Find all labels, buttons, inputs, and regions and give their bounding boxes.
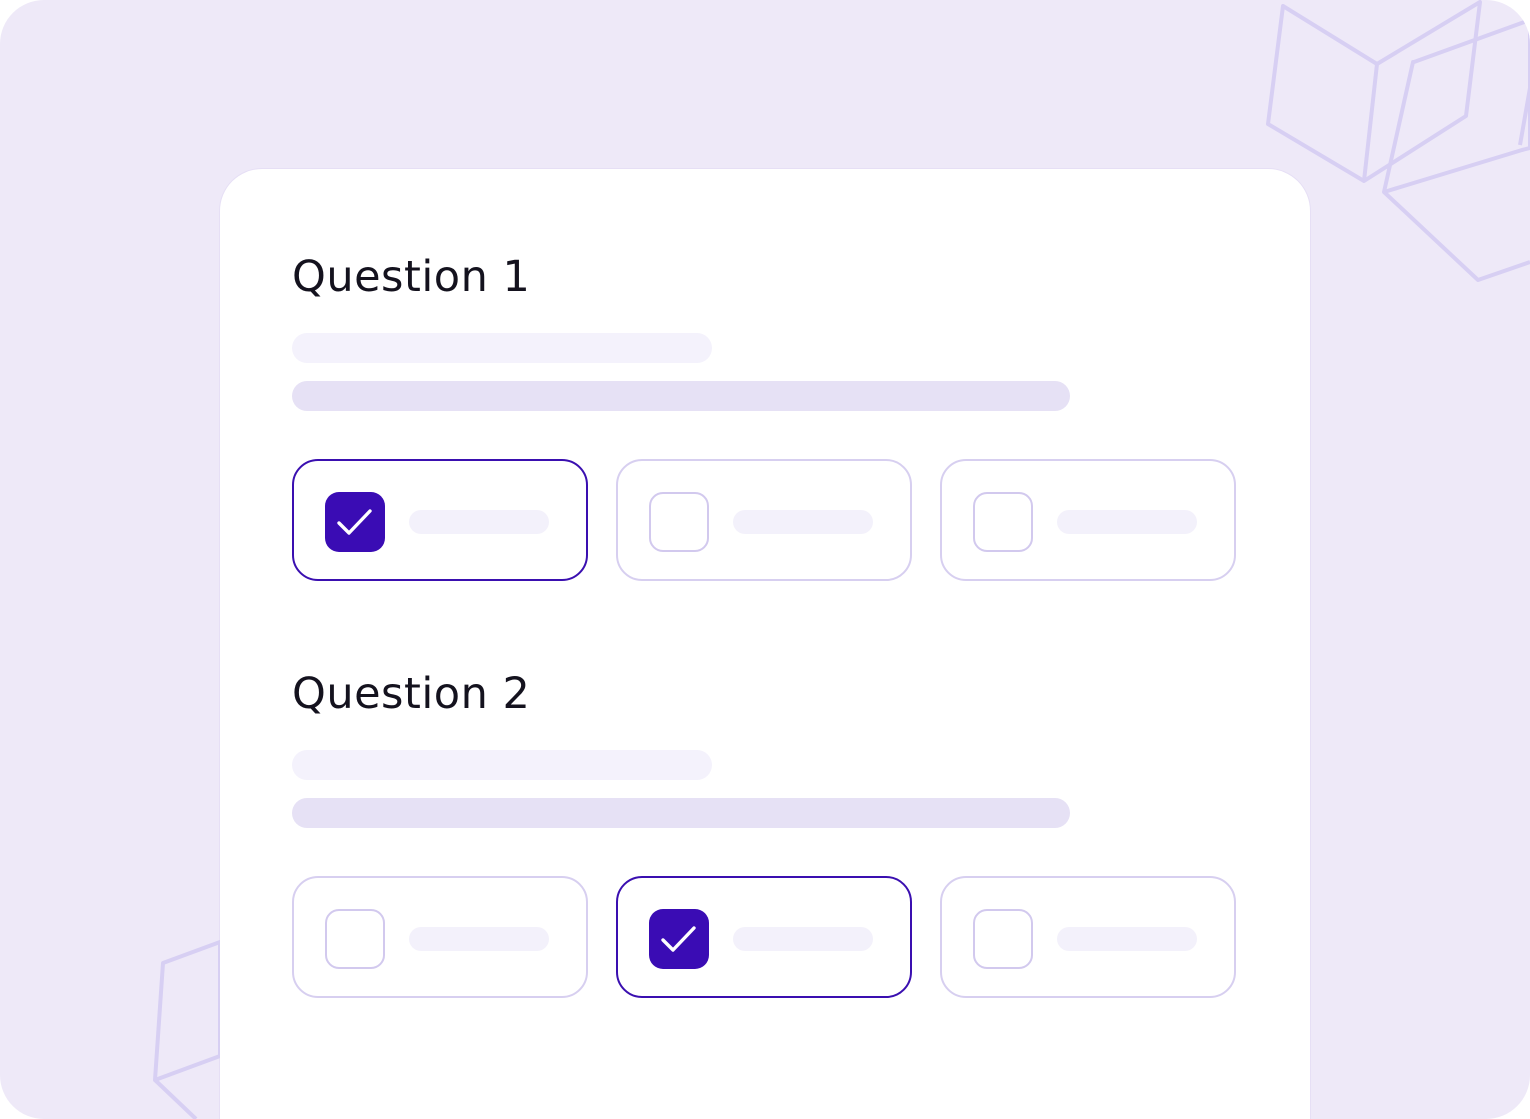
- question-2-title: Question 2: [292, 669, 531, 719]
- option-label-placeholder: [1057, 927, 1197, 951]
- option-checkbox[interactable]: [325, 909, 385, 969]
- question-1: Question 1: [292, 247, 1252, 581]
- option-checkbox-checked[interactable]: [325, 492, 385, 552]
- check-icon: [337, 509, 372, 535]
- question-1-option-2[interactable]: [616, 459, 912, 581]
- question-2-option-1[interactable]: [292, 876, 588, 998]
- option-checkbox[interactable]: [973, 909, 1033, 969]
- option-label-placeholder: [733, 510, 873, 534]
- question-2-option-2[interactable]: [616, 876, 912, 998]
- question-card: Question 1 Question 2: [220, 169, 1310, 1119]
- question-1-title: Question 1: [292, 252, 531, 302]
- question-2-option-3[interactable]: [940, 876, 1236, 998]
- question-2-options: [292, 876, 1240, 1002]
- question-1-text-placeholder: [292, 381, 1070, 411]
- question-1-option-1[interactable]: [292, 459, 588, 581]
- check-icon: [661, 926, 696, 952]
- question-1-option-3[interactable]: [940, 459, 1236, 581]
- question-2-subtitle-placeholder: [292, 750, 712, 780]
- option-checkbox[interactable]: [973, 492, 1033, 552]
- option-label-placeholder: [1057, 510, 1197, 534]
- option-label-placeholder: [409, 510, 549, 534]
- app-background: Question 1 Question 2: [0, 0, 1530, 1119]
- option-checkbox-checked[interactable]: [649, 909, 709, 969]
- option-label-placeholder: [733, 927, 873, 951]
- option-checkbox[interactable]: [649, 492, 709, 552]
- question-2-text-placeholder: [292, 798, 1070, 828]
- question-1-options: [292, 459, 1240, 585]
- question-2: Question 2: [292, 664, 1252, 998]
- option-label-placeholder: [409, 927, 549, 951]
- question-1-subtitle-placeholder: [292, 333, 712, 363]
